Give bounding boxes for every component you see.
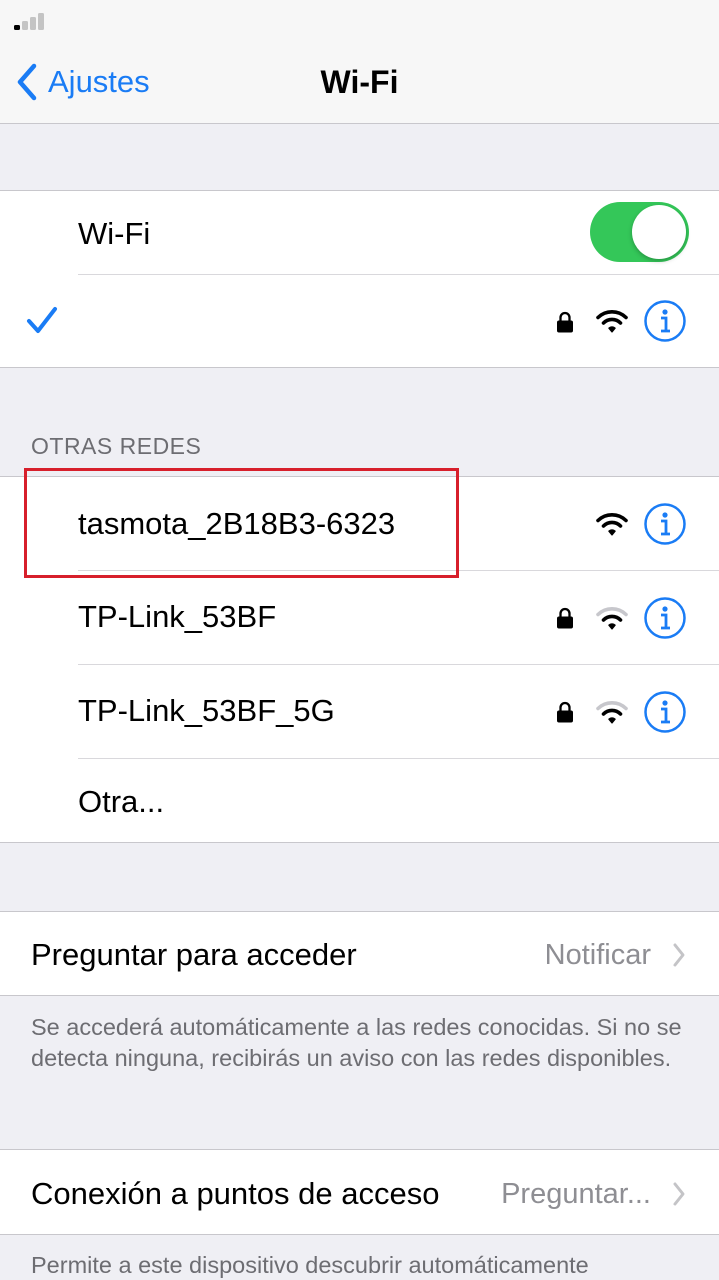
toggle-knob xyxy=(632,205,686,259)
ask-to-join-value: Notificar xyxy=(544,939,651,971)
highlight-box xyxy=(24,468,459,578)
info-icon[interactable] xyxy=(643,690,687,734)
network-name: TP-Link_53BF_5G xyxy=(78,693,335,728)
hotspot-footer: Permite a este dispositivo descubrir aut… xyxy=(31,1252,589,1278)
page-title: Wi-Fi xyxy=(320,64,399,100)
wifi-toggle-label: Wi-Fi xyxy=(78,216,151,251)
connected-network-row[interactable] xyxy=(0,275,719,368)
wifi-icon xyxy=(596,607,628,630)
other-network-label: Otra... xyxy=(78,784,165,819)
hotspot-value: Preguntar... xyxy=(501,1178,651,1210)
lock-icon xyxy=(557,701,573,723)
chevron-right-icon xyxy=(673,1182,685,1206)
hotspot-label: Conexión a puntos de acceso xyxy=(31,1176,440,1211)
ask-to-join-label: Preguntar para acceder xyxy=(31,937,357,972)
navigation-bar: Ajustes Wi-Fi xyxy=(0,40,719,124)
status-bar xyxy=(0,0,719,40)
section-header-other-networks: OTRAS REDES xyxy=(31,433,202,459)
info-icon[interactable] xyxy=(643,502,687,546)
other-network-row[interactable]: Otra... xyxy=(0,759,719,843)
wifi-icon xyxy=(596,310,628,333)
wifi-toggle[interactable] xyxy=(590,202,689,262)
network-name: TP-Link_53BF xyxy=(78,599,277,634)
info-icon[interactable] xyxy=(643,596,687,640)
hotspot-row[interactable]: Conexión a puntos de acceso Preguntar... xyxy=(0,1149,719,1235)
ask-to-join-footer: Se accederá automáticamente a las redes … xyxy=(31,1014,682,1071)
wifi-icon xyxy=(596,701,628,724)
chevron-right-icon xyxy=(673,943,685,967)
lock-icon xyxy=(557,607,573,629)
info-icon[interactable] xyxy=(643,299,687,343)
cell-signal-icon xyxy=(14,8,48,30)
network-row[interactable]: TP-Link_53BF_5G xyxy=(0,665,719,758)
checkmark-icon xyxy=(27,307,57,333)
ask-to-join-row[interactable]: Preguntar para acceder Notificar xyxy=(0,911,719,996)
wifi-icon xyxy=(596,513,628,536)
lock-icon xyxy=(557,311,573,333)
network-row[interactable]: TP-Link_53BF xyxy=(0,571,719,664)
